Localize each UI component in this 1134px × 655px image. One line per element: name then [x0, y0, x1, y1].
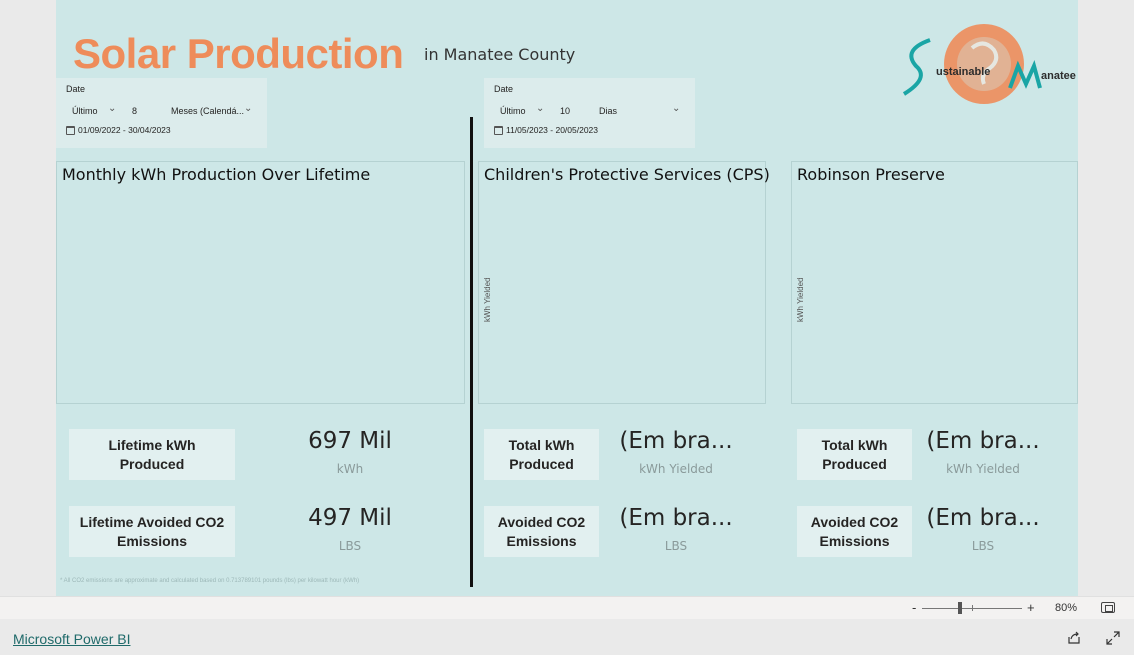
kpi-label-robinson-kwh: Total kWh Produced	[797, 429, 912, 480]
kpi-label-cps-co2: Avoided CO2 Emissions	[484, 506, 599, 557]
kpi-label-lifetime-co2: Lifetime Avoided CO2 Emissions	[69, 506, 235, 557]
zoom-in-button[interactable]: +	[1027, 600, 1035, 615]
chevron-down-icon[interactable]: ⌄	[672, 103, 680, 114]
slicer-mode-select[interactable]: Último	[500, 106, 526, 116]
slicer-count-input[interactable]: 10	[560, 106, 570, 116]
calendar-icon	[66, 125, 75, 135]
kpi-unit-robinson-co2: LBS	[971, 539, 995, 553]
slicer-range-text: 11/05/2023 - 20/05/2023	[506, 125, 599, 135]
slicer-mode-select[interactable]: Último	[72, 106, 98, 116]
co2-footnote: * All CO2 emissions are approximate and …	[60, 578, 360, 584]
y-axis-label: kWh Yielded	[796, 277, 805, 322]
zoom-slider-tick	[972, 605, 973, 611]
kpi-value-robinson-co2: (Em bra...	[926, 505, 1040, 531]
kpi-value-lifetime-co2: 497 Mil	[308, 505, 392, 531]
kpi-unit-lifetime-kwh: kWh	[336, 462, 364, 476]
zoom-bar: - + 80%	[0, 596, 1134, 619]
zoom-out-button[interactable]: -	[912, 600, 916, 615]
kpi-unit-lifetime-co2: LBS	[338, 539, 362, 553]
chevron-down-icon[interactable]: ⌄	[244, 103, 252, 114]
kpi-value-robinson-kwh: (Em bra...	[926, 428, 1040, 454]
y-axis-label: kWh Yielded	[483, 277, 492, 322]
slicer-date-range: 01/09/2022 - 30/04/2023	[66, 125, 171, 135]
sustainable-manatee-logo: ustainable anatee	[900, 18, 1080, 110]
kpi-label-lifetime-kwh: Lifetime kWh Produced	[69, 429, 235, 480]
kpi-unit-robinson-kwh: kWh Yielded	[946, 462, 1020, 476]
kpi-label-robinson-co2: Avoided CO2 Emissions	[797, 506, 912, 557]
date-slicer-recent[interactable]: Date Último ⌄ 10 Dias ⌄ 11/05/2023 - 20/…	[484, 78, 695, 148]
slicer-range-text: 01/09/2022 - 30/04/2023	[78, 125, 171, 135]
chevron-down-icon[interactable]: ⌄	[108, 103, 116, 114]
expand-icon[interactable]	[1106, 631, 1120, 645]
kpi-unit-cps-kwh: kWh Yielded	[639, 462, 713, 476]
panel-title: Monthly kWh Production Over Lifetime	[62, 165, 371, 184]
kpi-label-cps-kwh: Total kWh Produced	[484, 429, 599, 480]
slicer-unit-select[interactable]: Dias	[599, 106, 617, 116]
kpi-value-cps-co2: (Em bra...	[619, 505, 733, 531]
power-bi-link[interactable]: Microsoft Power BI	[13, 631, 130, 647]
logo-text-left: ustainable	[936, 66, 990, 78]
slicer-unit-select[interactable]: Meses (Calendá...	[171, 106, 244, 116]
slicer-label: Date	[66, 84, 86, 94]
kpi-value-cps-kwh: (Em bra...	[619, 428, 733, 454]
date-slicer-lifetime[interactable]: Date Último ⌄ 8 Meses (Calendá... ⌄ 01/0…	[56, 78, 267, 148]
panel-title: Children's Protective Services (CPS)	[484, 165, 770, 184]
slicer-label: Date	[494, 84, 514, 94]
slicer-date-range: 11/05/2023 - 20/05/2023	[494, 125, 598, 135]
fit-to-page-icon[interactable]	[1101, 602, 1115, 613]
logo-text-right: anatee	[1041, 70, 1076, 82]
section-divider	[470, 117, 473, 587]
lifetime-chart-panel[interactable]: Monthly kWh Production Over Lifetime	[56, 161, 465, 404]
kpi-unit-cps-co2: LBS	[664, 539, 688, 553]
report-title: Solar Production	[73, 30, 404, 77]
chevron-down-icon[interactable]: ⌄	[536, 103, 544, 114]
cps-chart-panel[interactable]: Children's Protective Services (CPS) kWh…	[478, 161, 770, 404]
panel-title: Robinson Preserve	[797, 165, 945, 184]
slicer-count-input[interactable]: 8	[132, 106, 137, 116]
footer-bar: Microsoft Power BI	[0, 619, 1134, 655]
share-icon[interactable]	[1067, 631, 1081, 645]
report-subtitle: in Manatee County	[424, 45, 576, 64]
calendar-icon	[494, 125, 503, 135]
robinson-chart-panel[interactable]: Robinson Preserve kWh Yielded	[791, 161, 1078, 404]
kpi-value-lifetime-kwh: 697 Mil	[308, 428, 392, 454]
zoom-percent: 80%	[1055, 602, 1078, 614]
zoom-slider-thumb[interactable]	[958, 602, 962, 614]
logo-graphic: ustainable anatee	[902, 24, 1076, 104]
